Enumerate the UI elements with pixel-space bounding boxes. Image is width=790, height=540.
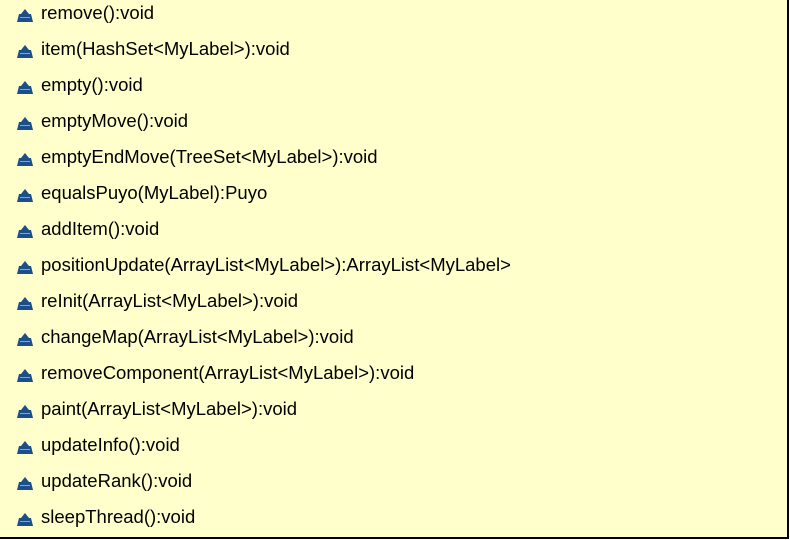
method-row[interactable]: paint(ArrayList<MyLabel>):void: [0, 396, 787, 426]
protected-visibility-icon: [17, 477, 33, 490]
protected-visibility-icon: [17, 405, 33, 418]
method-row[interactable]: empty():void: [0, 72, 787, 102]
method-signature: emptyMove():void: [41, 110, 189, 131]
method-signature: remove():void: [41, 2, 155, 23]
method-signature: positionUpdate(ArrayList<MyLabel>):Array…: [41, 254, 511, 275]
protected-visibility-icon: [17, 189, 33, 202]
method-signature: updateInfo():void: [41, 434, 180, 455]
method-row[interactable]: changeMap(ArrayList<MyLabel>):void: [0, 324, 787, 354]
method-signature: reInit(ArrayList<MyLabel>):void: [41, 290, 299, 311]
method-row[interactable]: positionUpdate(ArrayList<MyLabel>):Array…: [0, 252, 787, 282]
protected-visibility-icon: [17, 297, 33, 310]
method-row[interactable]: emptyEndMove(TreeSet<MyLabel>):void: [0, 144, 787, 174]
method-row[interactable]: equalsPuyo(MyLabel):Puyo: [0, 180, 787, 210]
protected-visibility-icon: [17, 45, 33, 58]
method-row[interactable]: updateInfo():void: [0, 432, 787, 462]
method-row[interactable]: updateRank():void: [0, 468, 787, 498]
method-row[interactable]: remove():void: [0, 0, 787, 30]
method-row[interactable]: item(HashSet<MyLabel>):void: [0, 36, 787, 66]
method-signature: removeComponent(ArrayList<MyLabel>):void: [41, 362, 415, 383]
method-row[interactable]: emptyMove():void: [0, 108, 787, 138]
protected-visibility-icon: [17, 117, 33, 130]
method-row[interactable]: removeComponent(ArrayList<MyLabel>):void: [0, 360, 787, 390]
method-signature: item(HashSet<MyLabel>):void: [41, 38, 290, 59]
method-row[interactable]: addItem():void: [0, 216, 787, 246]
method-row[interactable]: reInit(ArrayList<MyLabel>):void: [0, 288, 787, 318]
protected-visibility-icon: [17, 9, 33, 22]
protected-visibility-icon: [17, 225, 33, 238]
method-signature: emptyEndMove(TreeSet<MyLabel>):void: [41, 146, 378, 167]
method-signature: sleepThread():void: [41, 506, 196, 527]
method-signature: empty():void: [41, 74, 143, 95]
method-row[interactable]: sleepThread():void: [0, 504, 787, 534]
protected-visibility-icon: [17, 441, 33, 454]
protected-visibility-icon: [17, 369, 33, 382]
protected-visibility-icon: [17, 261, 33, 274]
protected-visibility-icon: [17, 513, 33, 526]
method-signature: changeMap(ArrayList<MyLabel>):void: [41, 326, 354, 347]
uml-class-box: remove():void item(HashSet<MyLabel>):void…: [0, 0, 789, 539]
method-signature: paint(ArrayList<MyLabel>):void: [41, 398, 298, 419]
protected-visibility-icon: [17, 81, 33, 94]
protected-visibility-icon: [17, 153, 33, 166]
method-signature: updateRank():void: [41, 470, 193, 491]
protected-visibility-icon: [17, 333, 33, 346]
method-signature: addItem():void: [41, 218, 160, 239]
method-signature: equalsPuyo(MyLabel):Puyo: [41, 182, 268, 203]
